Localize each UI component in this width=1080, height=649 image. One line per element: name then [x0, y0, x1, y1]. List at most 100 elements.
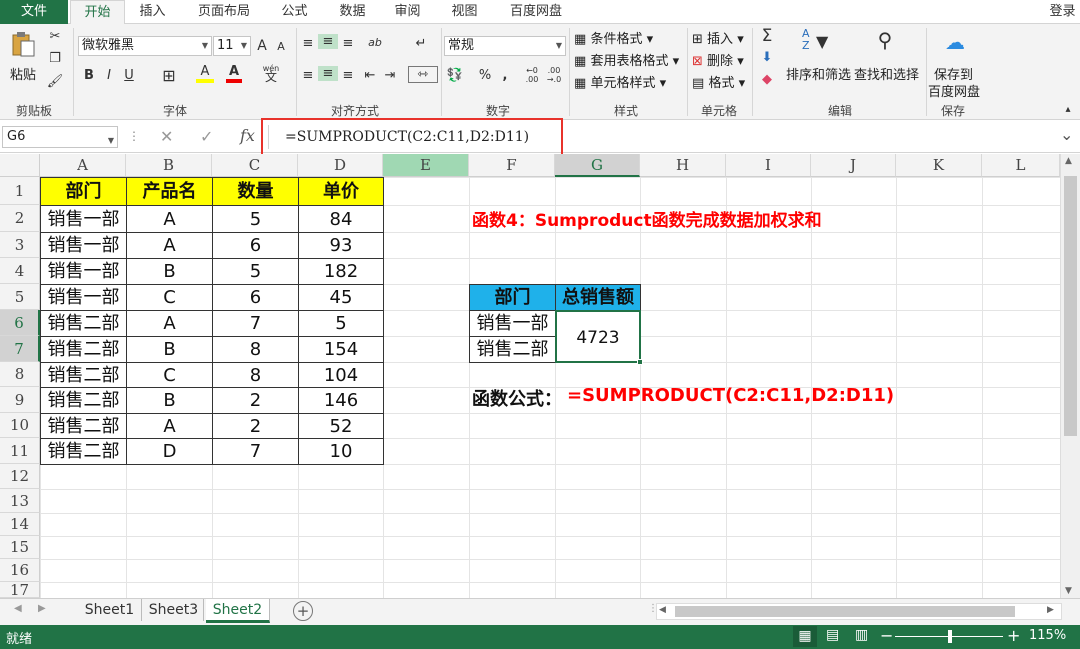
decrease-indent-icon[interactable]: ⇤ — [362, 68, 378, 83]
conditional-format-button[interactable]: ▦ 条件格式 ▾ — [574, 28, 653, 47]
align-left-icon[interactable]: ≡ — [300, 68, 316, 83]
number-format-select[interactable]: 常规 ▼ — [444, 36, 566, 56]
row-header[interactable]: 3 — [0, 232, 40, 258]
table-cell[interactable]: 5 — [212, 205, 299, 233]
cancel-icon[interactable]: ✕ — [160, 127, 173, 146]
table-cell[interactable]: 销售二部 — [40, 362, 127, 388]
table-cell[interactable]: 销售二部 — [40, 310, 127, 337]
table-cell[interactable]: D — [126, 438, 213, 465]
table-cell[interactable]: A — [126, 310, 213, 337]
table-cell[interactable]: 7 — [212, 438, 299, 465]
paste-icon[interactable] — [8, 30, 38, 58]
delete-cells-button[interactable]: ⊠ 删除 ▾ — [692, 50, 744, 69]
summary-total-cell-selected[interactable]: 4723 — [555, 310, 641, 363]
comma-style-button[interactable]: , — [500, 68, 510, 83]
row-header[interactable]: 2 — [0, 205, 40, 232]
cell-styles-button[interactable]: ▦ 单元格样式 ▾ — [574, 72, 666, 91]
scroll-left-icon[interactable]: ◀ — [659, 605, 666, 615]
merge-center-icon[interactable]: ⇿ — [408, 66, 438, 83]
decrease-decimal-icon[interactable]: .00 →.0 — [544, 66, 564, 84]
table-cell[interactable]: 销售一部 — [40, 284, 127, 311]
italic-button[interactable]: I — [102, 68, 116, 83]
next-sheet-icon[interactable]: ▶ — [38, 603, 46, 614]
table-cell[interactable]: 销售一部 — [40, 258, 127, 285]
login-link[interactable]: 登录 — [1045, 0, 1080, 24]
font-size-select[interactable]: 11 ▼ — [213, 36, 251, 56]
select-all-corner[interactable] — [0, 154, 40, 177]
table-cell[interactable]: C — [126, 284, 213, 311]
sheet-tab[interactable]: Sheet3 — [144, 599, 204, 621]
table-cell[interactable]: 5 — [298, 310, 384, 337]
table-cell[interactable]: C — [126, 362, 213, 388]
wrap-text-icon[interactable]: ↵ — [412, 36, 430, 51]
insert-cells-button[interactable]: ⊞ 插入 ▾ — [692, 28, 744, 47]
confirm-icon[interactable]: ✓ — [200, 127, 213, 146]
page-break-view-icon[interactable]: ▥ — [855, 627, 868, 643]
row-header[interactable]: 1 — [0, 177, 40, 205]
name-box[interactable]: G6 ▼ — [2, 126, 118, 148]
worksheet-grid[interactable]: ABCDEFGHIJKL 1 2 3 4 5 6 7 8 9 10 11 12 13 14 15 16 17 部… — [0, 154, 1061, 599]
binoculars-icon[interactable]: ⚲ — [870, 28, 900, 52]
row-header[interactable]: 5 — [0, 284, 40, 310]
tab-page-layout[interactable]: 页面布局 — [188, 0, 260, 24]
table-cell[interactable]: A — [126, 232, 213, 259]
table-cell[interactable]: 销售二部 — [40, 438, 127, 465]
prev-sheet-icon[interactable]: ◀ — [14, 603, 22, 614]
clear-icon[interactable]: ◆ — [756, 72, 778, 87]
fill-handle[interactable] — [637, 359, 643, 365]
tab-baidu-netdisk[interactable]: 百度网盘 — [500, 0, 572, 24]
horizontal-scrollbar-thumb[interactable] — [675, 606, 1015, 617]
table-cell[interactable]: 销售一部 — [40, 232, 127, 259]
table-cell[interactable]: 6 — [212, 232, 299, 259]
table-header-cell[interactable]: 部门 — [40, 177, 127, 206]
table-header-cell[interactable]: 数量 — [212, 177, 299, 206]
sort-filter-button[interactable]: 排序和筛选 — [786, 64, 851, 83]
column-header[interactable]: B — [126, 154, 212, 177]
table-cell[interactable]: B — [126, 258, 213, 285]
baidu-cloud-icon[interactable]: ☁ — [940, 30, 970, 54]
fill-color-icon[interactable]: A — [196, 64, 214, 83]
bold-button[interactable]: B — [82, 68, 96, 83]
table-cell[interactable]: 6 — [212, 284, 299, 311]
row-header[interactable]: 16 — [0, 559, 40, 582]
table-cell[interactable]: B — [126, 387, 213, 414]
align-top-icon[interactable]: ≡ — [300, 36, 316, 51]
tab-view[interactable]: 视图 — [442, 0, 487, 24]
summary-header-cell[interactable]: 部门 — [469, 284, 556, 311]
orientation-icon[interactable]: ab — [364, 36, 386, 49]
summary-header-cell[interactable]: 总销售额 — [555, 284, 641, 311]
format-as-table-button[interactable]: ▦ 套用表格格式 ▾ — [574, 50, 679, 69]
fill-icon[interactable]: ⬇ — [756, 50, 778, 65]
percent-style-button[interactable]: % — [478, 68, 492, 83]
border-icon[interactable]: ⊞ — [160, 66, 178, 85]
row-header[interactable]: 8 — [0, 362, 40, 387]
page-layout-view-icon[interactable]: ▤ — [826, 627, 839, 643]
phonetic-guide-icon[interactable]: wén 文 — [262, 64, 280, 83]
formula-label[interactable]: 函数公式： — [472, 385, 562, 411]
table-cell[interactable]: 52 — [298, 413, 384, 439]
find-select-button[interactable]: 查找和选择 — [854, 64, 919, 83]
column-header[interactable]: L — [982, 154, 1060, 177]
column-header[interactable]: E — [383, 154, 469, 177]
paste-button[interactable]: 粘贴 — [10, 64, 36, 83]
sheet-tab[interactable]: Sheet2 — [206, 599, 270, 623]
row-header[interactable]: 12 — [0, 464, 40, 489]
collapse-ribbon-icon[interactable]: ▴ — [1060, 104, 1076, 115]
increase-decimal-icon[interactable]: ←0.00 — [522, 66, 542, 84]
cut-icon[interactable]: ✂ — [46, 29, 64, 44]
increase-indent-icon[interactable]: ⇥ — [382, 68, 398, 83]
table-cell[interactable]: 7 — [212, 310, 299, 337]
table-cell[interactable]: 2 — [212, 413, 299, 439]
table-cell[interactable]: 84 — [298, 205, 384, 233]
row-header[interactable]: 6 — [0, 310, 40, 336]
column-header[interactable]: J — [811, 154, 896, 177]
tab-insert[interactable]: 插入 — [130, 0, 175, 24]
accounting-format-icon[interactable]: 💱 — [446, 68, 464, 83]
add-sheet-icon[interactable]: + — [293, 601, 313, 621]
autosum-icon[interactable]: Σ — [756, 26, 778, 46]
row-header[interactable]: 4 — [0, 258, 40, 284]
table-cell[interactable]: B — [126, 336, 213, 363]
scroll-right-icon[interactable]: ▶ — [1047, 605, 1054, 615]
formula-display[interactable]: =SUMPRODUCT(C2:C11,D2:D11) — [567, 385, 894, 406]
column-header[interactable]: K — [896, 154, 982, 177]
